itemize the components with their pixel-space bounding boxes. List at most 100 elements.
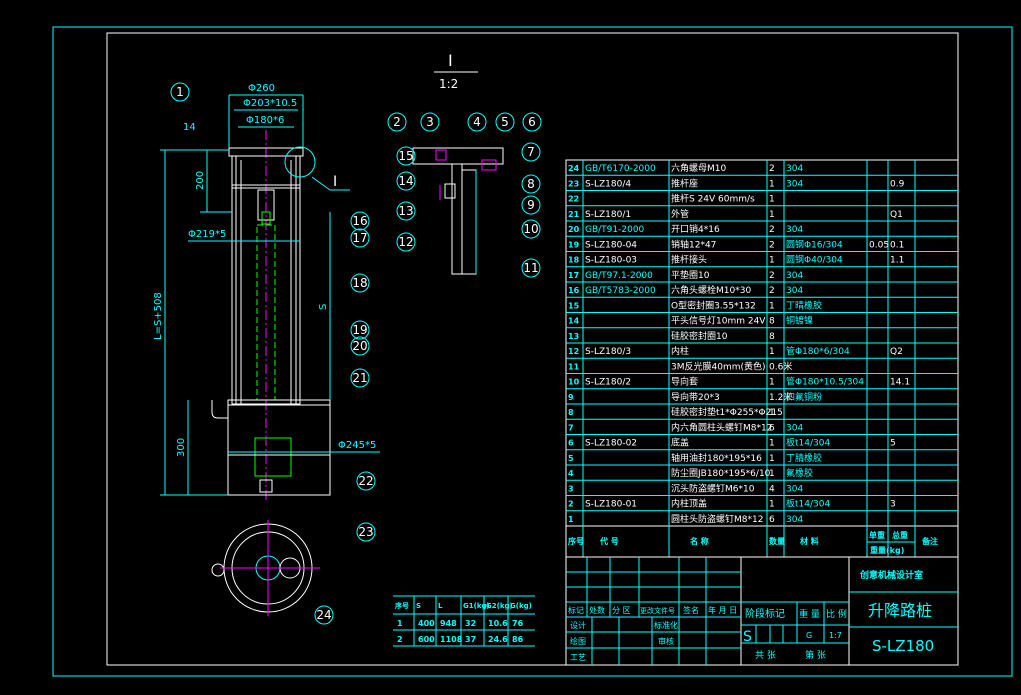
parts-cell-qty: 6 — [769, 423, 775, 433]
parts-cell-qty: 8 — [769, 317, 775, 327]
parts-cell-total: Q1 — [890, 210, 903, 220]
spec-table: 序号 S L G1(kg)G2(kg)G(kg)1 400 948 32 10.6 762 600… — [393, 595, 535, 647]
parts-cell-name: 3M反光膜40mm(黄色) — [671, 360, 766, 372]
parts-cell-material: 丁腈橡胶 — [786, 452, 822, 464]
parts-cell-no: 13 — [568, 332, 579, 341]
parts-cell-qty: 1 — [769, 179, 775, 189]
drawing-number: S-LZ180 — [872, 637, 934, 655]
parts-cell-no: 11 — [568, 362, 580, 371]
parts-cell-total: Q2 — [890, 347, 903, 357]
parts-cell-no: 19 — [568, 240, 580, 249]
parts-cell-total: 0.9 — [890, 179, 905, 189]
parts-header-note: 备注 — [921, 536, 938, 546]
parts-cell-no: 5 — [568, 454, 574, 463]
parts-cell-qty: 2 — [769, 164, 775, 174]
parts-cell-qty: 0.6米 — [769, 360, 792, 372]
spec-cell: 400 — [418, 619, 435, 628]
parts-cell-no: 16 — [568, 286, 580, 295]
spec-cell: 86 — [512, 635, 524, 644]
parts-cell-qty: 1 — [769, 378, 775, 388]
parts-cell-no: 14 — [568, 317, 580, 326]
parts-cell-qty: 6 — [769, 515, 775, 525]
parts-row: 18 S-LZ180-03 推杆接头 1 圆钢Φ40/304 1.1 — [568, 254, 904, 266]
parts-cell-material: 氟橡胶 — [786, 467, 813, 479]
company-name: 创意机械设计室 — [859, 569, 923, 581]
detail-view-i: I 1:2 — [412, 51, 504, 275]
parts-cell-no: 15 — [568, 301, 580, 310]
parts-cell-qty: 1 — [769, 256, 775, 266]
spec-header: S — [416, 602, 421, 610]
parts-cell-no: 20 — [568, 225, 580, 234]
parts-cell-name: 开口销4*16 — [671, 223, 720, 235]
parts-cell-qty: 8 — [769, 332, 775, 342]
parts-cell-code: GB/T6170-2000 — [585, 164, 656, 174]
balloon-label: 16 — [352, 214, 367, 228]
parts-cell-no: 8 — [568, 408, 574, 417]
spec-header: L — [438, 602, 443, 610]
parts-cell-name: 导向带20*3 — [671, 391, 720, 403]
spec-cell: 10.6 — [488, 619, 508, 628]
parts-row: 2 S-LZ180-01 内柱顶盖 1 板t14/304 3 — [568, 498, 896, 510]
parts-cell-name: 防尘圈JB180*195*6/10 — [671, 467, 771, 479]
parts-cell-code: GB/T97.1-2000 — [585, 271, 653, 281]
balloon-label: 13 — [398, 204, 413, 218]
parts-cell-no: 21 — [568, 210, 580, 219]
parts-header-weight: 重量(kg) — [870, 545, 904, 555]
parts-cell-name: 沉头防盗螺钉M6*10 — [671, 482, 755, 494]
parts-cell-material: 圆钢Φ40/304 — [786, 254, 843, 266]
balloon-label: 3 — [426, 115, 434, 129]
balloon-label: 15 — [398, 149, 413, 163]
balloon-label: 9 — [527, 198, 535, 212]
parts-cell-code: S-LZ180/2 — [585, 378, 631, 388]
label-process: 工艺 — [570, 653, 586, 662]
spec-cell: 948 — [440, 619, 457, 628]
parts-cell-material: 304 — [786, 164, 803, 174]
parts-cell-material: 管Φ180*6/304 — [786, 345, 850, 357]
parts-row: 9 导向带20*3 1.2米四氟铜粉 — [568, 391, 822, 403]
parts-cell-name: 推杆座 — [671, 177, 698, 189]
parts-header-material: 材 料 — [800, 536, 819, 546]
parts-cell-material: 304 — [786, 423, 803, 433]
balloon-label: 4 — [473, 115, 481, 129]
balloon-label: 19 — [352, 323, 367, 337]
label-count: 处数 — [589, 605, 605, 615]
parts-cell-name: 内柱顶盖 — [671, 498, 707, 510]
parts-row: 22 推杆S 24V 60mm/s 1 — [568, 193, 775, 205]
parts-cell-no: 24 — [568, 164, 580, 173]
balloon-label: 6 — [528, 115, 536, 129]
parts-cell-qty: 4 — [769, 484, 775, 494]
parts-cell-unit: 0.05 — [869, 240, 889, 250]
parts-cell-name: 轴用油封180*195*16 — [671, 452, 762, 464]
parts-cell-material: 管Φ180*10.5/304 — [786, 376, 864, 388]
parts-cell-code: GB/T5783-2000 — [585, 286, 656, 296]
parts-cell-no: 17 — [568, 271, 579, 280]
parts-cell-qty: 2 — [769, 240, 775, 250]
parts-cell-total: 5 — [890, 439, 896, 449]
parts-cell-no: 23 — [568, 179, 579, 188]
spec-header: 序号 — [394, 601, 409, 610]
parts-row: 17 GB/T97.1-2000 平垫圈10 2 304 — [568, 269, 803, 281]
parts-cell-material: 铜镀镍 — [786, 315, 813, 327]
spec-cell: 24.6 — [488, 635, 508, 644]
parts-cell-qty: 2 — [769, 271, 775, 281]
parts-header-qty: 数量 — [769, 536, 785, 546]
parts-row: 13 硅胶密封圈10 8 — [568, 330, 775, 342]
sheet-number: 第 张 — [805, 649, 826, 661]
label-weight: 重 量 — [799, 608, 820, 620]
parts-cell-code: S-LZ180/1 — [585, 210, 631, 220]
parts-row: 19 S-LZ180-04 销轴12*47 2 圆钢Φ16/304 0.05 0.1 — [568, 238, 904, 250]
parts-cell-name: 硅胶密封垫t1*Φ255*Φ215 — [671, 406, 783, 418]
parts-cell-no: 4 — [568, 469, 574, 478]
dim-height-200: 200 — [195, 171, 206, 190]
parts-cell-code: S-LZ180-02 — [585, 439, 637, 449]
parts-row: 11 3M反光膜40mm(黄色) 0.6米 — [568, 360, 792, 372]
dim-stroke-s: S — [318, 304, 329, 310]
parts-cell-qty: 1 — [769, 439, 775, 449]
parts-row: 10 S-LZ180/2 导向套 1 管Φ180*10.5/304 14.1 — [568, 376, 910, 388]
detail-scale: 1:2 — [439, 77, 458, 91]
spec-cell: 1108 — [440, 635, 463, 644]
balloon-label: 21 — [352, 371, 367, 385]
dim-diameter-245: Φ245*5 — [338, 440, 376, 451]
parts-cell-qty: 1 — [769, 195, 775, 205]
parts-list: 24 GB/T6170-2000 六角螺母M10 2 30423 S-LZ180/4 推杆座… — [565, 159, 959, 558]
